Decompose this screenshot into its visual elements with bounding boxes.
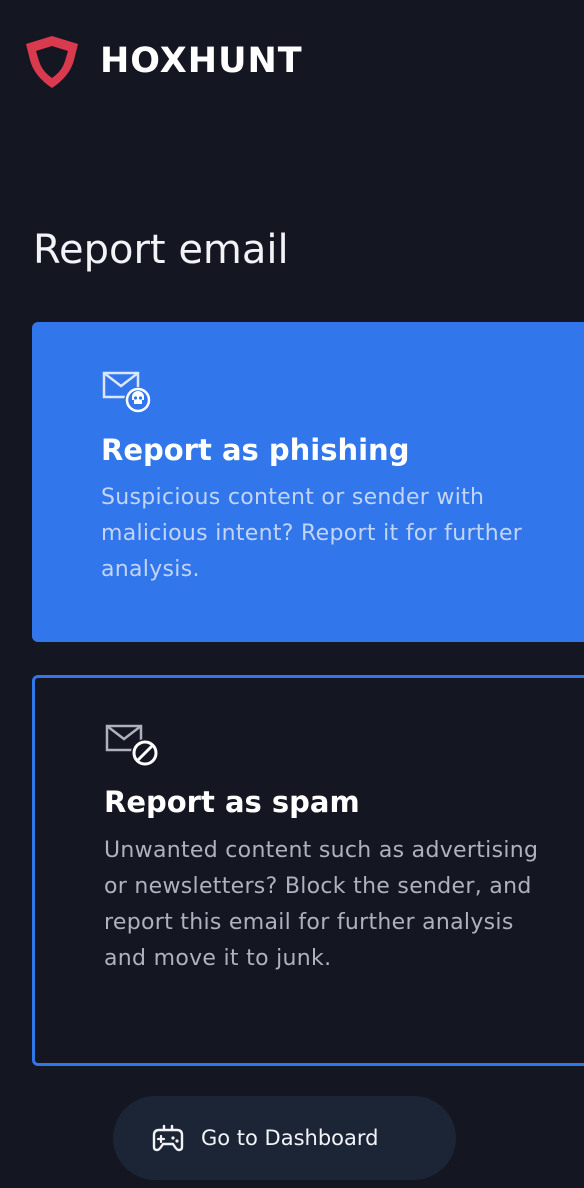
brand-name: HOXHUNT [100, 40, 303, 81]
report-phishing-option[interactable]: Report as phishing Suspicious content or… [32, 322, 584, 642]
mail-skull-icon [102, 371, 152, 415]
phishing-description: Suspicious content or sender with malici… [101, 485, 523, 582]
report-spam-option[interactable]: Report as spam Unwanted content such as … [32, 675, 584, 1066]
mail-block-icon [105, 724, 159, 767]
app-header: HOXHUNT [20, 30, 303, 94]
shield-icon [26, 36, 78, 88]
gamepad-icon [152, 1124, 184, 1152]
spam-description: Unwanted content such as advertising or … [104, 838, 539, 971]
go-to-dashboard-button[interactable]: Go to Dashboard [113, 1096, 456, 1180]
page-title: Report email [33, 227, 289, 273]
dashboard-button-label: Go to Dashboard [201, 1126, 379, 1150]
spam-title: Report as spam [104, 785, 360, 819]
phishing-title: Report as phishing [101, 433, 410, 467]
